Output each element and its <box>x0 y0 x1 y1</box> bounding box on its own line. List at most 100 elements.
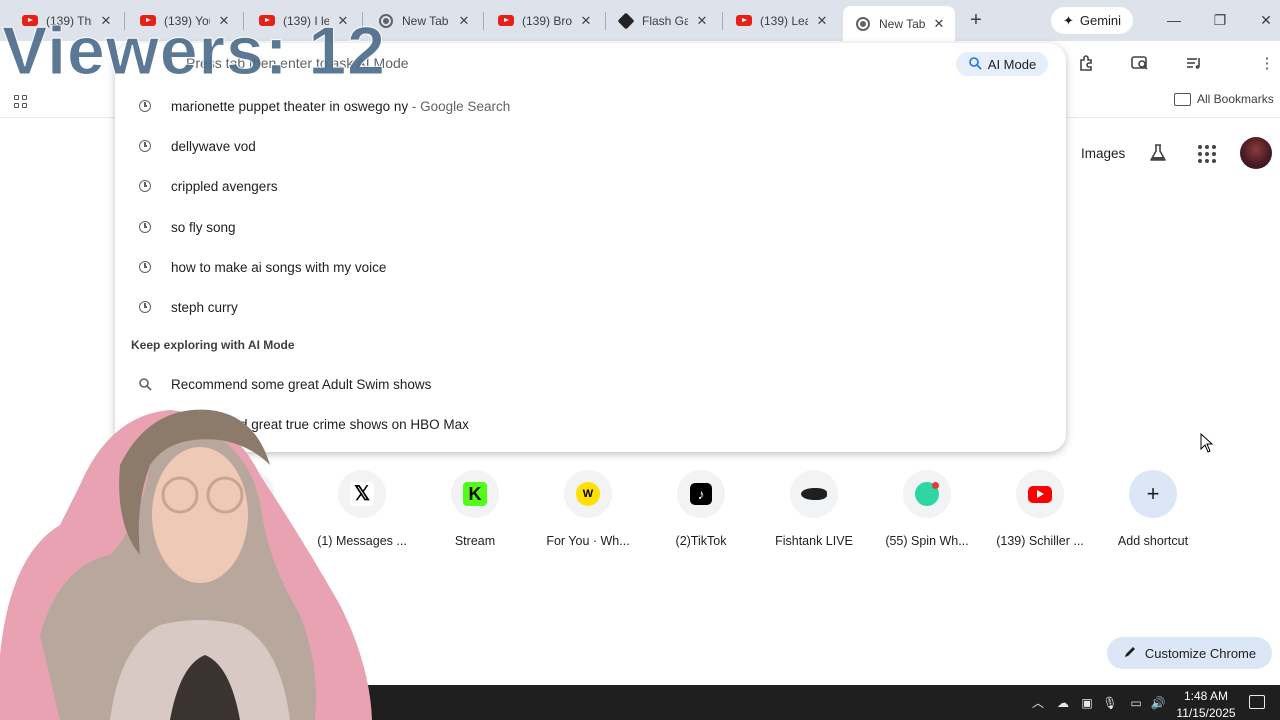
chevron-up-icon[interactable]: ︿ <box>1030 695 1046 711</box>
pencil-icon <box>1123 645 1137 662</box>
browser-window: (139) Thi ✕ (139) You ✕ (139) I le ✕ New… <box>0 0 1280 720</box>
viewers-count-overlay: Viewers: 12 <box>1 13 387 90</box>
suggestion-text: steph curry <box>171 299 238 315</box>
ai-mode-label: AI Mode <box>987 56 1037 72</box>
close-icon[interactable]: ✕ <box>694 13 710 29</box>
ai-suggestion-item[interactable]: Recommend some great Adult Swim shows <box>115 364 1066 404</box>
suggestion-text: crippled avengers <box>171 178 278 194</box>
tab-title: (139) Lea <box>760 13 808 28</box>
shortcut-tile[interactable]: (55) Spin Wh... <box>871 468 983 558</box>
labs-flask-icon[interactable] <box>1148 143 1168 163</box>
account-avatar[interactable] <box>1240 137 1272 169</box>
add-shortcut-button[interactable]: + Add shortcut <box>1097 468 1209 558</box>
tiktok-icon: ♪ <box>690 483 712 505</box>
google-apps-icon[interactable] <box>1198 145 1216 163</box>
media-controls-icon[interactable] <box>1182 51 1206 75</box>
shortcut-label: Add shortcut <box>1117 534 1189 548</box>
restore-button[interactable]: ❐ <box>1206 8 1234 32</box>
shortcut-label: (2)TikTok <box>675 534 727 548</box>
ai-section-header: Keep exploring with AI Mode <box>131 338 295 352</box>
apps-icon[interactable] <box>8 89 32 113</box>
new-tab-button[interactable]: + <box>965 10 987 32</box>
history-icon <box>137 299 153 315</box>
suggestion-text: dellywave vod <box>171 138 256 154</box>
images-link[interactable]: Images <box>1081 146 1125 161</box>
clock-date[interactable]: 11/15/2025 <box>1172 706 1240 720</box>
tab-title: New Tab <box>879 16 925 31</box>
ai-search-icon <box>137 376 153 392</box>
omnibox-dropdown: Press tab then enter to ask AI Mode AI M… <box>115 43 1066 452</box>
microphone-icon[interactable]: 🎙 <box>1102 695 1118 711</box>
shortcut-label: Stream <box>454 534 496 548</box>
all-bookmarks-button[interactable]: All Bookmarks <box>1174 92 1274 106</box>
mouse-cursor-icon <box>1200 432 1214 458</box>
tab-title: (139) Bro <box>522 13 572 28</box>
tab[interactable]: Flash Ga ✕ <box>606 6 718 35</box>
close-window-button[interactable]: ✕ <box>1252 8 1280 32</box>
close-icon[interactable]: ✕ <box>814 13 830 29</box>
notification-icon[interactable] <box>1249 695 1265 709</box>
close-icon[interactable]: ✕ <box>456 13 472 29</box>
webcam-overlay <box>0 405 380 720</box>
all-bookmarks-label: All Bookmarks <box>1197 92 1274 106</box>
onedrive-icon[interactable]: ☁ <box>1055 695 1071 711</box>
shortcut-tile[interactable]: Fishtank LIVE <box>758 468 870 558</box>
youtube-icon <box>498 13 514 29</box>
suggestion-item[interactable]: dellywave vod <box>115 126 1066 166</box>
tab-title: New Tab <box>402 13 449 28</box>
shortcut-tile[interactable]: W For You · Wh... <box>532 468 644 558</box>
suggestion-text: marionette puppet theater in oswego ny <box>171 98 409 114</box>
tab-title: Flash Ga <box>642 13 688 28</box>
ai-mode-button[interactable]: AI Mode <box>956 52 1048 76</box>
more-menu-icon[interactable]: ⋮ <box>1255 51 1279 75</box>
history-icon <box>137 138 153 154</box>
suggestion-item[interactable]: marionette puppet theater in oswego ny -… <box>115 86 1066 126</box>
shortcut-tile[interactable]: K Stream <box>419 468 531 558</box>
gemini-sparkle-icon: ✦ <box>1062 12 1074 28</box>
history-icon <box>137 98 153 114</box>
close-icon[interactable]: ✕ <box>578 13 594 29</box>
shortcut-tile[interactable]: ♪ (2)TikTok <box>645 468 757 558</box>
tab[interactable]: (139) Bro ✕ <box>486 6 602 35</box>
kick-icon: K <box>463 482 487 506</box>
tab[interactable]: (139) Lea ✕ <box>724 6 838 35</box>
clock-time[interactable]: 1:48 AM <box>1176 689 1236 703</box>
shortcut-label: (55) Spin Wh... <box>885 534 969 548</box>
shortcut-label: For You · Wh... <box>546 534 630 548</box>
shortcut-tile[interactable]: (139) Schiller ... <box>984 468 1096 558</box>
volume-icon[interactable]: 🔊 <box>1150 695 1166 711</box>
shortcut-label: (139) Schiller ... <box>996 534 1084 548</box>
history-icon <box>137 259 153 275</box>
gemini-label: Gemini <box>1079 13 1122 28</box>
ai-search-icon <box>968 56 982 73</box>
suggestion-source: - Google Search <box>408 98 511 114</box>
shortcut-label: Fishtank LIVE <box>775 534 853 548</box>
tab-search-icon[interactable] <box>1128 51 1152 75</box>
app-tray-icon[interactable]: ▣ <box>1079 695 1095 711</box>
extensions-icon[interactable] <box>1075 51 1099 75</box>
whatnot-icon: W <box>576 482 600 506</box>
network-icon[interactable]: ▭ <box>1128 695 1144 711</box>
youtube-icon <box>736 13 752 29</box>
fishtank-icon <box>801 488 827 500</box>
customize-label: Customize Chrome <box>1144 645 1257 661</box>
spin-icon <box>915 482 939 506</box>
gemini-button[interactable]: ✦ Gemini <box>1051 7 1133 34</box>
suggestion-text: how to make ai songs with my voice <box>171 259 387 275</box>
tab-active[interactable]: New Tab ✕ <box>843 6 955 41</box>
history-icon <box>137 219 153 235</box>
suggestion-text: so fly song <box>171 219 236 235</box>
customize-chrome-button[interactable]: Customize Chrome <box>1107 637 1272 669</box>
suggestion-item[interactable]: how to make ai songs with my voice <box>115 247 1066 287</box>
plus-icon: + <box>1146 481 1160 506</box>
history-icon <box>137 178 153 194</box>
flash-game-icon <box>617 12 635 29</box>
suggestion-item[interactable]: steph curry <box>115 287 1066 327</box>
youtube-icon <box>1028 485 1052 503</box>
suggestion-text: Recommend some great Adult Swim shows <box>171 376 432 392</box>
minimize-button[interactable]: — <box>1160 8 1188 32</box>
close-icon[interactable]: ✕ <box>931 16 947 32</box>
suggestion-item[interactable]: so fly song <box>115 207 1066 247</box>
suggestion-item[interactable]: crippled avengers <box>115 166 1066 206</box>
chrome-icon <box>855 16 871 32</box>
